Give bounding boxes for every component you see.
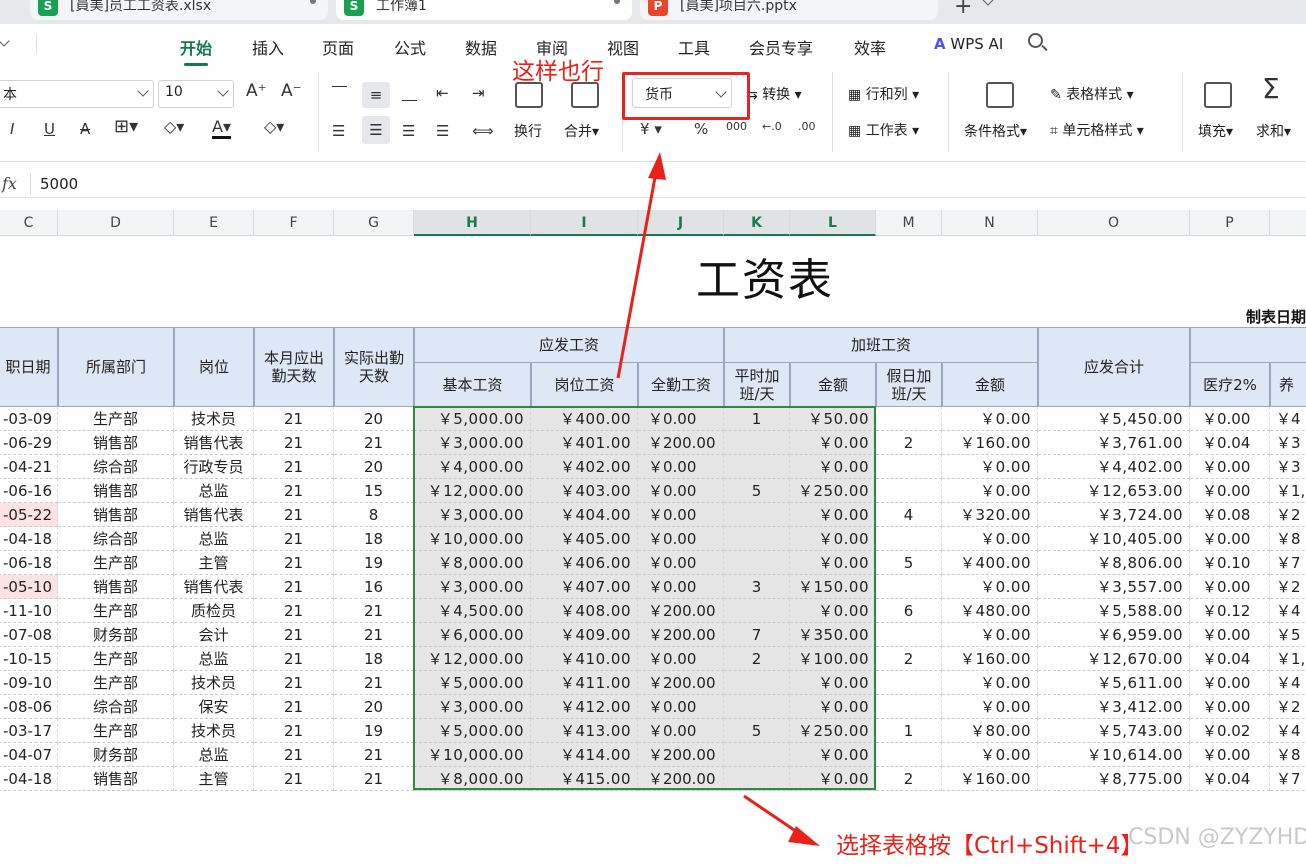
annotation-arrows (616, 152, 820, 846)
arrow-up-line (616, 171, 658, 379)
arrow-right-line (743, 794, 801, 836)
arrow-up-head (648, 152, 666, 180)
